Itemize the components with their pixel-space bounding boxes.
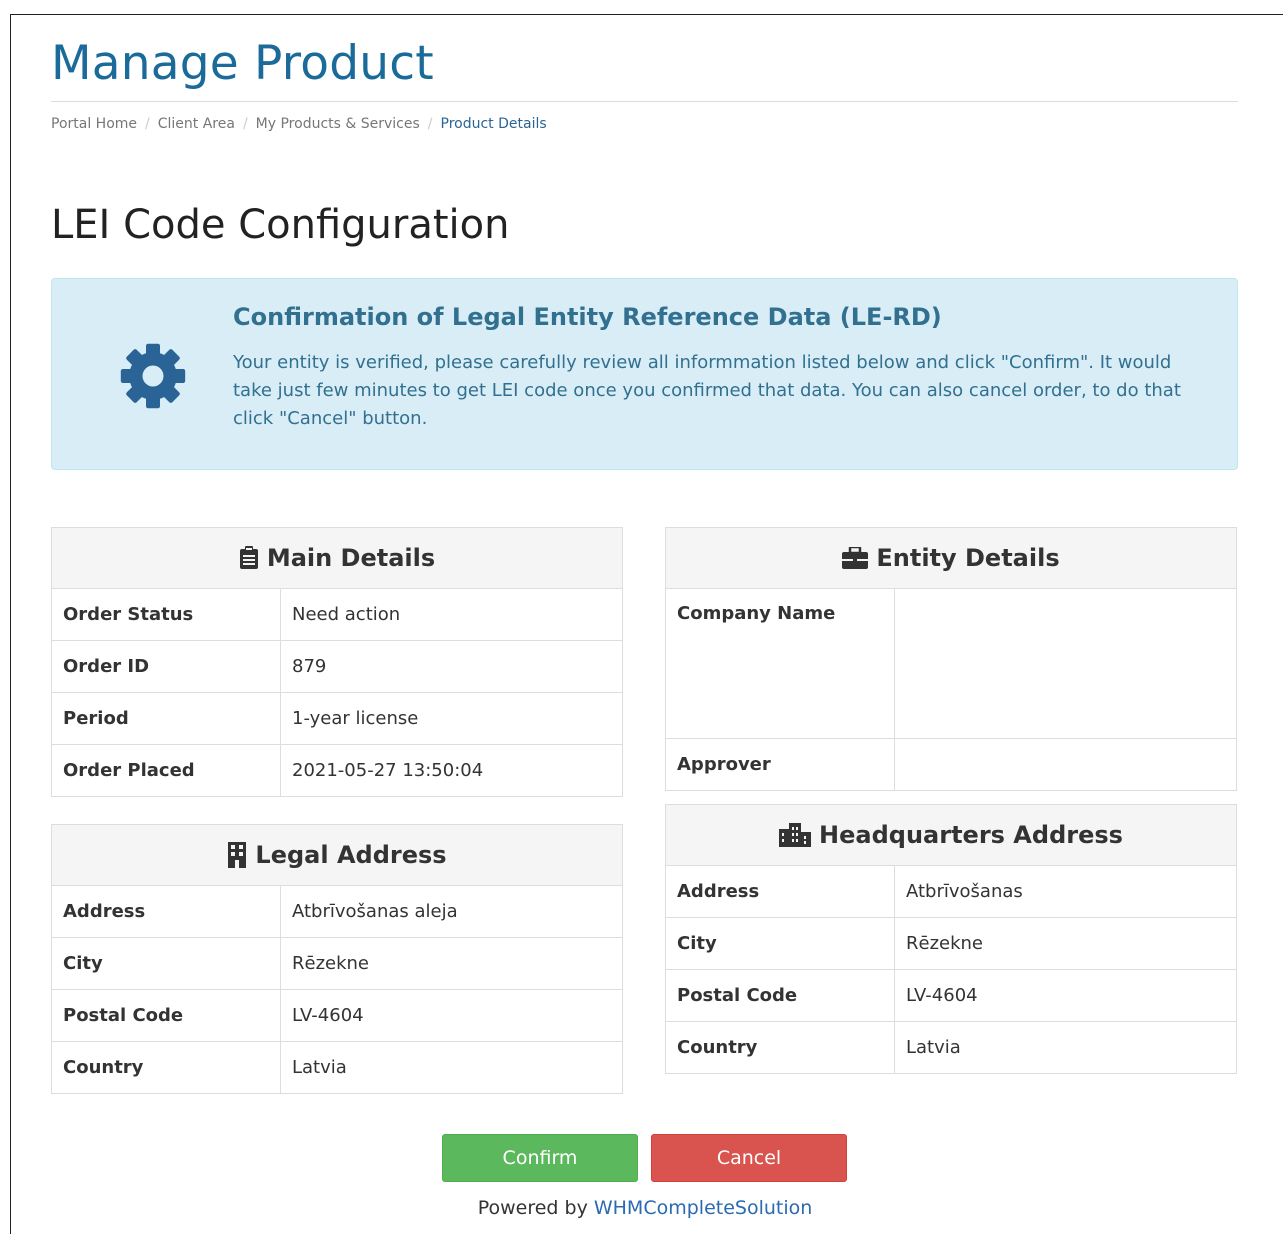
breadcrumb-portal-home[interactable]: Portal Home <box>51 116 137 132</box>
headquarters-address-panel: Headquarters Address Address Atbrīvošanas… <box>665 804 1237 1074</box>
field-value: Rēzekne <box>280 937 622 990</box>
table-row: Country Latvia <box>666 1021 1236 1073</box>
panel-title: Headquarters Address <box>819 821 1123 849</box>
field-value <box>894 738 1236 790</box>
field-label: Period <box>52 692 281 745</box>
field-label: Company Name <box>666 589 895 739</box>
entity-details-panel: Entity Details Company Name Approver <box>665 527 1237 791</box>
field-value: LV-4604 <box>280 989 622 1042</box>
main-details-table: Order Status Need action Order ID 879 Peri… <box>52 589 622 796</box>
legal-address-table: Address Atbrīvošanas aleja City Rēzekne Po… <box>52 886 622 1093</box>
alert-text: Your entity is verified, please carefull… <box>233 352 1181 429</box>
alert-title: Confirmation of Legal Entity Reference D… <box>233 303 942 331</box>
table-row: City Rēzekne <box>666 917 1236 970</box>
breadcrumb-separator: / <box>242 116 248 132</box>
field-value: 879 <box>280 640 622 693</box>
panel-title: Legal Address <box>255 841 447 869</box>
table-row: Period 1-year license <box>52 692 622 745</box>
field-label: Country <box>52 1041 281 1093</box>
table-row: Order Status Need action <box>52 589 622 641</box>
field-value: Latvia <box>894 1021 1236 1073</box>
field-value: Rēzekne <box>894 917 1236 970</box>
field-label: Country <box>666 1021 895 1073</box>
table-row: Address Atbrīvošanas aleja <box>52 886 622 938</box>
headquarters-address-table: Address Atbrīvošanas City Rēzekne Postal C… <box>666 866 1236 1073</box>
section-heading: LEI Code Configuration <box>51 202 510 248</box>
breadcrumb-client-area[interactable]: Client Area <box>158 116 235 132</box>
entity-details-table: Company Name Approver <box>666 589 1236 790</box>
table-row: Approver <box>666 738 1236 790</box>
field-value: Atbrīvošanas aleja <box>292 901 458 922</box>
field-label: Address <box>52 886 281 938</box>
whmcs-link[interactable]: WHMCompleteSolution <box>594 1197 812 1219</box>
panel-heading: Entity Details <box>666 528 1236 589</box>
info-alert: Confirmation of Legal Entity Reference D… <box>51 278 1238 470</box>
table-row: Company Name <box>666 589 1236 739</box>
panel-heading: Main Details <box>52 528 622 589</box>
field-value <box>895 589 1237 739</box>
breadcrumb-separator: / <box>427 116 433 132</box>
field-label: Order Placed <box>52 744 281 796</box>
field-label: Order ID <box>52 640 281 693</box>
gear-icon <box>120 343 186 409</box>
table-row: Order Placed 2021-05-27 13:50:04 <box>52 744 622 796</box>
breadcrumb-product-details: Product Details <box>440 116 547 132</box>
main-details-panel: Main Details Order Status Need action Ord… <box>51 527 623 797</box>
footer-powered-by: Powered by WHMCompleteSolution <box>0 1197 1283 1219</box>
breadcrumb: Portal Home / Client Area / My Products & Se… <box>51 116 547 132</box>
field-label: Address <box>666 866 895 918</box>
breadcrumb-my-products-services[interactable]: My Products & Services <box>256 116 420 132</box>
field-value: Latvia <box>280 1041 622 1093</box>
table-row: Order ID 879 <box>52 640 622 693</box>
powered-by-text: Powered by <box>477 1197 588 1219</box>
panel-heading: Legal Address <box>52 825 622 886</box>
panel-heading: Headquarters Address <box>666 805 1236 866</box>
panel-title: Main Details <box>266 544 436 572</box>
field-value: 1-year license <box>280 692 622 745</box>
title-divider <box>51 101 1238 102</box>
cancel-button[interactable]: Cancel <box>651 1134 847 1182</box>
field-value: LV-4604 <box>894 969 1236 1022</box>
page-title: Manage Product <box>51 36 434 91</box>
table-row: City Rēzekne <box>52 937 622 990</box>
city-icon <box>779 823 812 847</box>
field-label: Order Status <box>52 589 281 641</box>
field-label: Postal Code <box>666 969 895 1022</box>
field-label: Postal Code <box>52 989 281 1042</box>
field-value: Atbrīvošanas <box>906 881 1023 902</box>
field-label: Approver <box>666 738 895 790</box>
breadcrumb-separator: / <box>145 116 150 132</box>
briefcase-icon <box>842 547 869 569</box>
table-row: Postal Code LV-4604 <box>666 969 1236 1022</box>
field-label: City <box>666 917 895 970</box>
field-label: City <box>52 937 281 990</box>
clipboard-icon <box>239 546 258 569</box>
legal-address-panel: Legal Address Address Atbrīvošanas aleja … <box>51 824 623 1094</box>
field-value: 2021-05-27 13:50:04 <box>280 744 622 796</box>
table-row: Postal Code LV-4604 <box>52 989 622 1042</box>
panel-title: Entity Details <box>876 544 1060 572</box>
table-row: Address Atbrīvošanas <box>666 866 1236 918</box>
table-row: Country Latvia <box>52 1041 622 1093</box>
building-icon <box>228 842 247 868</box>
confirm-button[interactable]: Confirm <box>442 1134 638 1182</box>
field-value: Need action <box>292 604 401 625</box>
